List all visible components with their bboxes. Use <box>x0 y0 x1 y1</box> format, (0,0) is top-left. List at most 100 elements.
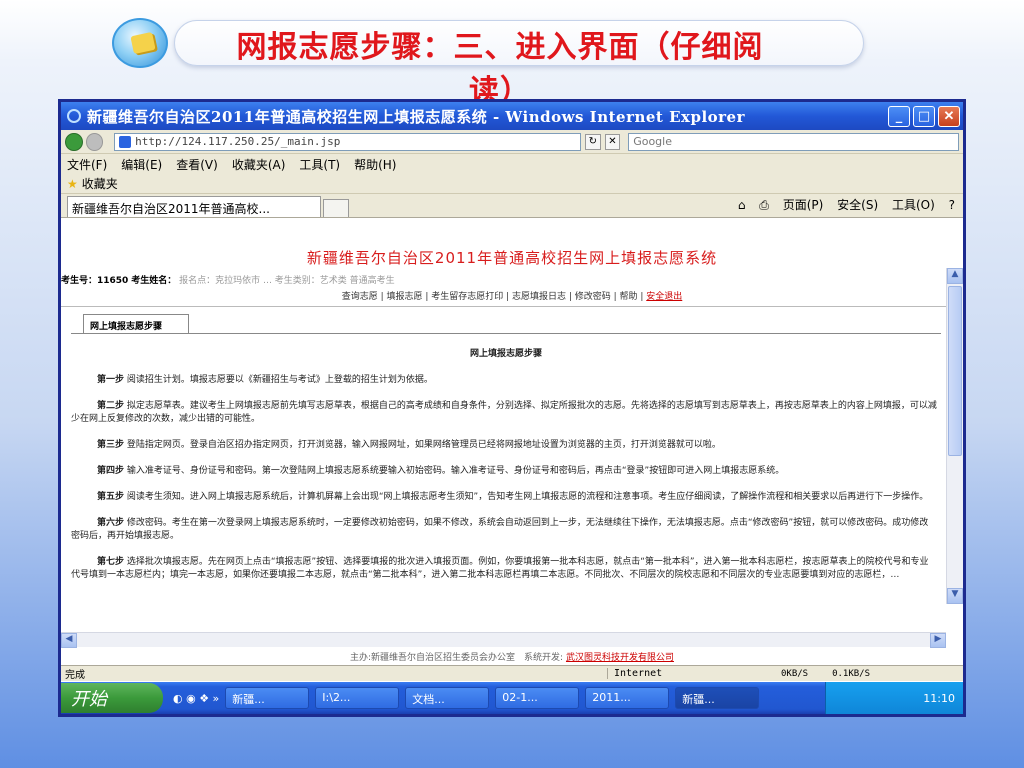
search-input[interactable]: Google <box>628 132 959 151</box>
step-label: 第一步 <box>97 375 125 385</box>
refresh-icon[interactable]: ↻ <box>584 133 601 150</box>
step-label: 第七步 <box>97 557 125 567</box>
scroll-down-icon[interactable]: ▼ <box>947 588 963 604</box>
download-speed: 0KB/S <box>781 668 809 679</box>
page-content: 新疆维吾尔自治区2011年普通高校招生网上填报志愿系统 考生号：11650 考生… <box>61 241 963 653</box>
forward-button[interactable] <box>85 132 104 151</box>
step-label: 第二步 <box>97 401 125 411</box>
procedure-tab[interactable]: 网上填报志愿步骤 <box>83 314 189 334</box>
exam-number-label: 考生号：11650 <box>61 276 129 286</box>
taskbar-item[interactable]: 02-1... <box>495 687 580 709</box>
slide-logo-icon <box>112 18 168 68</box>
step-text: 阅读考生须知。进入网上填报志愿系统后，计算机屏幕上会出现“网上填报志愿考生须知”… <box>126 492 929 502</box>
back-button[interactable] <box>65 132 83 151</box>
address-url: http://124.117.250.25/_main.jsp <box>135 135 341 148</box>
browser-tab[interactable]: 新疆维吾尔自治区2011年普通高校... <box>67 196 321 217</box>
step-2: 第二步 拟定志愿草表。建议考生上网填报志愿前先填写志愿草表，根据自己的高考成绩和… <box>71 400 941 426</box>
menu-view[interactable]: 查看(V) <box>176 156 218 173</box>
taskbar-item[interactable]: I:\2... <box>315 687 400 709</box>
favorites-star-icon[interactable]: ★ <box>67 177 78 191</box>
taskbar-item[interactable]: 2011... <box>585 687 670 709</box>
divider <box>61 306 963 307</box>
step-4: 第四步 输入准考证号、身份证号和密码。第一次登陆网上填报志愿系统要输入初始密码。… <box>71 465 941 478</box>
address-row: http://124.117.250.25/_main.jsp ↻ ✕ Goog… <box>61 130 963 154</box>
menu-bar: 文件(F) 编辑(E) 查看(V) 收藏夹(A) 工具(T) 帮助(H) <box>61 154 963 174</box>
scroll-left-icon[interactable]: ◀ <box>61 633 77 648</box>
procedure-panel: 网上填报志愿步骤 网上填报志愿步骤 第一步 阅读招生计划。填报志愿要以《新疆招生… <box>71 314 941 644</box>
tab-row: 新疆维吾尔自治区2011年普通高校... ⌂ ⎙ 页面(P) 安全(S) 工具(… <box>61 194 963 218</box>
stop-icon[interactable]: ✕ <box>604 133 621 150</box>
menu-favorites[interactable]: 收藏夹(A) <box>232 156 286 173</box>
step-3: 第三步 登陆指定网页。登录自治区招办指定网页，打开浏览器，输入网报网址，如果网络… <box>71 439 941 452</box>
scroll-thumb[interactable] <box>948 286 962 456</box>
minimize-button[interactable]: _ <box>888 105 910 127</box>
window-title: 新疆维吾尔自治区2011年普通高校招生网上填报志愿系统 - Windows In… <box>87 107 745 126</box>
taskbar-item[interactable]: 新疆... <box>675 687 760 709</box>
status-text: 完成 <box>65 670 85 681</box>
step-5: 第五步 阅读考生须知。进入网上填报志愿系统后，计算机屏幕上会出现“网上填报志愿考… <box>71 491 941 504</box>
ie-logo-icon <box>67 109 81 123</box>
page-menu[interactable]: 页面(P) <box>783 198 824 212</box>
nav-links-text[interactable]: 查询志愿 | 填报志愿 | 考生留存志愿打印 | 志愿填报日志 | 修改密码 |… <box>342 292 647 302</box>
quick-launch-icon[interactable]: ◐ ◉ ❖ » <box>173 692 219 705</box>
command-bar: ⌂ ⎙ 页面(P) 安全(S) 工具(O) ? <box>728 196 963 217</box>
menu-edit[interactable]: 编辑(E) <box>121 156 162 173</box>
close-button[interactable]: ✕ <box>938 105 960 127</box>
home-icon[interactable]: ⌂ <box>738 198 746 212</box>
student-info: 考生号：11650 考生姓名： 报名点：克拉玛依市 … 考生类别：艺术类 普通高… <box>61 273 963 286</box>
upload-speed: 0.1KB/S <box>832 668 871 679</box>
favorites-bar: ★ 收藏夹 <box>61 174 963 194</box>
name-label: 考生姓名： <box>131 276 177 286</box>
step-7: 第七步 选择批次填报志愿。先在网页上点击“填报志愿”按钮、选择要填报的批次进入填… <box>71 556 941 582</box>
step-text: 选择批次填报志愿。先在网页上点击“填报志愿”按钮、选择要填报的批次进入填报页面。… <box>71 557 929 580</box>
safety-menu[interactable]: 安全(S) <box>837 198 878 212</box>
start-button[interactable]: 开始 <box>61 683 163 713</box>
browser-screenshot: 新疆维吾尔自治区2011年普通高校招生网上填报志愿系统 - Windows In… <box>58 99 966 717</box>
favorites-label[interactable]: 收藏夹 <box>82 175 118 192</box>
step-text: 拟定志愿草表。建议考生上网填报志愿前先填写志愿草表，根据自己的高考成绩和自身条件… <box>71 401 937 424</box>
taskbar-item[interactable]: 文档... <box>405 687 490 709</box>
tools-menu[interactable]: 工具(O) <box>892 198 935 212</box>
new-tab-button[interactable] <box>323 199 349 217</box>
step-label: 第六步 <box>97 518 125 528</box>
vertical-scrollbar[interactable]: ▲ ▼ <box>946 268 963 604</box>
scroll-up-icon[interactable]: ▲ <box>947 268 963 284</box>
taskbar: 开始 ◐ ◉ ❖ » 新疆... I:\2... 文档... 02-1... 2… <box>61 682 963 714</box>
clock[interactable]: 11:10 <box>923 692 955 705</box>
status-bar: 完成 Internet 0KB/S 0.1KB/S <box>61 665 963 681</box>
maximize-button[interactable]: □ <box>913 105 935 127</box>
developer-link[interactable]: 武汉图灵科技开发有限公司 <box>566 653 674 663</box>
menu-tools[interactable]: 工具(T) <box>299 156 340 173</box>
address-bar[interactable]: http://124.117.250.25/_main.jsp <box>114 132 581 151</box>
student-details: 报名点：克拉玛依市 … 考生类别：艺术类 普通高考生 <box>179 276 395 286</box>
procedure-body: 网上填报志愿步骤 第一步 阅读招生计划。填报志愿要以《新疆招生与考试》上登载的招… <box>71 333 941 653</box>
security-zone: Internet <box>607 668 757 679</box>
menu-help[interactable]: 帮助(H) <box>354 156 396 173</box>
print-icon[interactable]: ⎙ <box>759 198 769 212</box>
menu-file[interactable]: 文件(F) <box>67 156 107 173</box>
logout-link[interactable]: 安全退出 <box>646 292 682 302</box>
step-text: 修改密码。考生在第一次登录网上填报志愿系统时，一定要修改初始密码，如果不修改，系… <box>71 518 929 541</box>
help-icon[interactable]: ? <box>949 198 955 212</box>
slide-header: 网报志愿步骤：三、进入界面（仔细阅读） <box>110 14 870 109</box>
system-tray: 11:10 <box>825 682 963 714</box>
procedure-heading: 网上填报志愿步骤 <box>469 349 542 359</box>
step-text: 登陆指定网页。登录自治区招办指定网页，打开浏览器，输入网报网址，如果网络管理员已… <box>126 440 721 450</box>
step-6: 第六步 修改密码。考生在第一次登录网上填报志愿系统时，一定要修改初始密码，如果不… <box>71 517 941 543</box>
step-label: 第四步 <box>97 466 125 476</box>
taskbar-item[interactable]: 新疆... <box>225 687 310 709</box>
step-1: 第一步 阅读招生计划。填报志愿要以《新疆招生与考试》上登载的招生计划为依据。 <box>71 374 941 387</box>
search-placeholder: Google <box>633 135 672 148</box>
horizontal-scrollbar[interactable]: ◀ ▶ <box>61 632 946 648</box>
scroll-right-icon[interactable]: ▶ <box>930 633 946 648</box>
step-text: 输入准考证号、身份证号和密码。第一次登陆网上填报志愿系统要输入初始密码。输入准考… <box>126 466 785 476</box>
step-label: 第三步 <box>97 440 125 450</box>
page-icon <box>119 135 132 148</box>
system-title: 新疆维吾尔自治区2011年普通高校招生网上填报志愿系统 <box>306 249 718 267</box>
slide-title: 网报志愿步骤：三、进入界面（仔细阅读） <box>236 30 764 109</box>
window-titlebar: 新疆维吾尔自治区2011年普通高校招生网上填报志愿系统 - Windows In… <box>61 102 963 130</box>
footer-text: 主办:新疆维吾尔自治区招生委员会办公室 系统开发: <box>350 653 564 663</box>
step-text: 阅读招生计划。填报志愿要以《新疆招生与考试》上登载的招生计划为依据。 <box>126 375 433 385</box>
page-footer: 主办:新疆维吾尔自治区招生委员会办公室 系统开发: 武汉图灵科技开发有限公司 <box>61 650 963 663</box>
step-label: 第五步 <box>97 492 125 502</box>
